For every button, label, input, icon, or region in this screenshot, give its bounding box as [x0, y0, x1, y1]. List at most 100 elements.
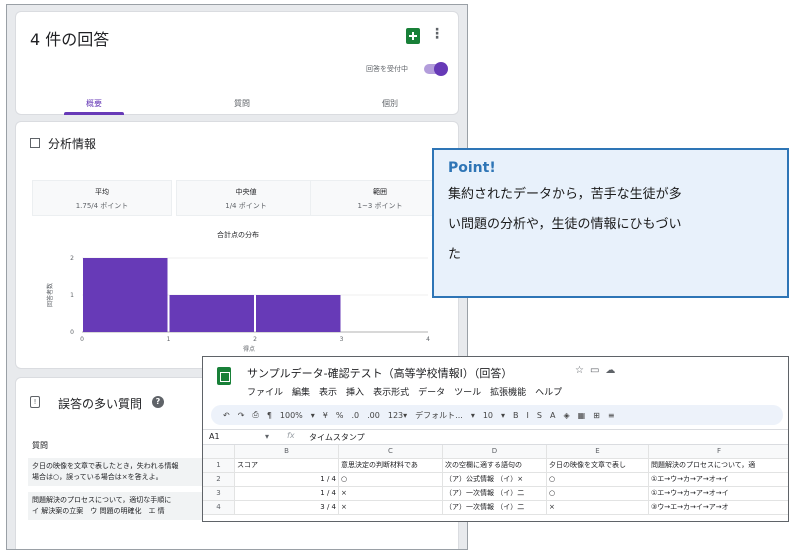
bar	[256, 295, 341, 332]
x-tick-label: 0	[80, 336, 84, 343]
column-header[interactable]: E	[547, 445, 649, 459]
toolbar-button[interactable]: ¶	[267, 411, 272, 420]
menu-item[interactable]: 挿入	[346, 385, 364, 398]
table-cell[interactable]: 3 / 4	[235, 501, 339, 515]
y-axis-label: 回答者数	[46, 283, 54, 307]
toolbar-button[interactable]: ↶	[223, 411, 230, 420]
y-tick-label: 1	[70, 292, 74, 299]
active-tab-indicator	[64, 112, 124, 115]
toolbar-button[interactable]: ⎙	[252, 410, 258, 420]
table-cell[interactable]: ①エ→ウ→カ→ア→オ→イ	[649, 473, 788, 487]
toolbar-button[interactable]: ▾	[311, 411, 315, 420]
toolbar-button[interactable]: A	[550, 411, 555, 420]
table-cell[interactable]: スコア	[235, 459, 339, 473]
toolbar-button[interactable]: ¥	[323, 411, 328, 420]
table-cell[interactable]: ③ウ→エ→カ→イ→ア→オ	[649, 501, 788, 515]
formula-bar: A1 ▾ fx タイムスタンプ	[203, 429, 788, 445]
table-cell[interactable]: ①エ→ウ→カ→ア→オ→イ	[649, 487, 788, 501]
toolbar-button[interactable]: %	[336, 411, 344, 420]
toolbar-button[interactable]: .0	[352, 411, 360, 420]
toolbar-button[interactable]: ▾	[501, 411, 505, 420]
tab-summary[interactable]: 概要	[86, 98, 102, 109]
toolbar-button[interactable]: デフォルト...	[415, 410, 463, 421]
alert-icon: !	[30, 396, 40, 408]
bar	[83, 258, 168, 332]
table-cell[interactable]: 次の空欄に適する語句の	[443, 459, 547, 473]
more-options-icon[interactable]: ⋮	[430, 26, 444, 42]
table-cell[interactable]: ○	[547, 487, 649, 501]
frequently-missed-title: 誤答の多い質問	[58, 397, 143, 411]
column-header[interactable]: F	[649, 445, 788, 459]
x-axis-label: 得点	[243, 345, 255, 353]
corner-cell[interactable]	[203, 445, 235, 459]
tab-individual[interactable]: 個別	[382, 98, 398, 109]
menu-item[interactable]: ヘルプ	[535, 385, 562, 398]
formula-input[interactable]: タイムスタンプ	[309, 432, 365, 443]
point-title: Point!	[448, 160, 496, 176]
row-header[interactable]: 2	[203, 473, 235, 487]
cell-reference[interactable]: A1	[209, 432, 220, 441]
point-line: 集約されたデータから，苦手な生徒が多	[448, 187, 682, 202]
table-cell[interactable]: （ア）一次情報 （イ）二	[443, 487, 547, 501]
table-cell[interactable]: ○	[339, 473, 443, 487]
toolbar-button[interactable]: I	[527, 411, 529, 420]
row-header[interactable]: 1	[203, 459, 235, 473]
toolbar-button[interactable]: .00	[367, 411, 380, 420]
x-tick-label: 3	[340, 336, 344, 343]
toolbar-button[interactable]: ↷	[238, 411, 245, 420]
responses-count-title: 4 件の回答	[30, 30, 110, 49]
column-header[interactable]: D	[443, 445, 547, 459]
toolbar-button[interactable]: ▾	[471, 411, 475, 420]
toolbar-button[interactable]: ⊞	[593, 411, 600, 420]
tab-questions[interactable]: 質問	[234, 98, 250, 109]
menu-item[interactable]: 編集	[292, 385, 310, 398]
help-icon[interactable]: ?	[152, 396, 164, 408]
chevron-down-icon[interactable]: ▾	[265, 432, 269, 441]
star-icon[interactable]: ☆	[575, 365, 590, 376]
responses-header-card: 4 件の回答 ⋮ 回答を受付中 概要 質問 個別	[15, 11, 459, 115]
table-cell[interactable]: 1 / 4	[235, 487, 339, 501]
point-callout: Point! 集約されたデータから，苦手な生徒が多 い問題の分析や，生徒の情報に…	[432, 148, 789, 298]
table-cell[interactable]: （ア）公式情報 （イ）×	[443, 473, 547, 487]
toolbar-button[interactable]: ▦	[578, 411, 586, 420]
table-cell[interactable]: ×	[339, 501, 443, 515]
toolbar-button[interactable]: S	[537, 411, 542, 420]
row-header[interactable]: 4	[203, 501, 235, 515]
cloud-icon[interactable]: ☁	[605, 365, 621, 376]
row-header[interactable]: 3	[203, 487, 235, 501]
x-tick-label: 4	[426, 336, 430, 343]
table-cell[interactable]: ×	[547, 501, 649, 515]
toolbar-button[interactable]: 123▾	[388, 411, 407, 420]
menu-item[interactable]: 表示形式	[373, 385, 409, 398]
menu-item[interactable]: データ	[418, 385, 445, 398]
y-tick-label: 2	[70, 255, 74, 262]
column-header[interactable]: B	[235, 445, 339, 459]
fx-icon: fx	[287, 431, 295, 440]
menu-item[interactable]: 拡張機能	[490, 385, 526, 398]
folder-icon[interactable]: ▭	[590, 365, 605, 376]
toolbar-button[interactable]: B	[513, 411, 519, 420]
toolbar-button[interactable]: ≡	[608, 411, 615, 420]
table-cell[interactable]: 意思決定の判断材料であ	[339, 459, 443, 473]
menu-item[interactable]: ツール	[454, 385, 481, 398]
table-cell[interactable]: ○	[547, 473, 649, 487]
menu-item[interactable]: 表示	[319, 385, 337, 398]
analytics-card: 分析情報 平均 1.75/4 ポイント 中央値 1/4 ポイント 範囲 1~3 …	[15, 121, 459, 369]
sheets-link-icon[interactable]	[406, 28, 420, 44]
table-cell[interactable]: ×	[339, 487, 443, 501]
column-header[interactable]: C	[339, 445, 443, 459]
toolbar-button[interactable]: ◈	[563, 411, 569, 420]
x-tick-label: 1	[167, 336, 171, 343]
table-cell[interactable]: 問題解決のプロセスについて，適	[649, 459, 788, 473]
table-cell[interactable]: 1 / 4	[235, 473, 339, 487]
table-cell[interactable]: 夕日の映像を文章で表し	[547, 459, 649, 473]
table-cell[interactable]: （ア）一次情報 （イ）二	[443, 501, 547, 515]
toolbar-button[interactable]: 10	[483, 411, 493, 420]
document-title[interactable]: サンプルデータ-確認テスト（高等学校情報Ⅰ）（回答）	[247, 365, 512, 381]
menu-bar: ファイル 編集 表示 挿入 表示形式 データ ツール 拡張機能 ヘルプ	[247, 385, 562, 398]
sheets-logo-icon[interactable]	[217, 367, 231, 385]
menu-item[interactable]: ファイル	[247, 385, 283, 398]
toolbar-button[interactable]: 100%	[280, 411, 303, 420]
accepting-responses-toggle[interactable]	[424, 62, 448, 76]
x-tick-label: 2	[253, 336, 257, 343]
